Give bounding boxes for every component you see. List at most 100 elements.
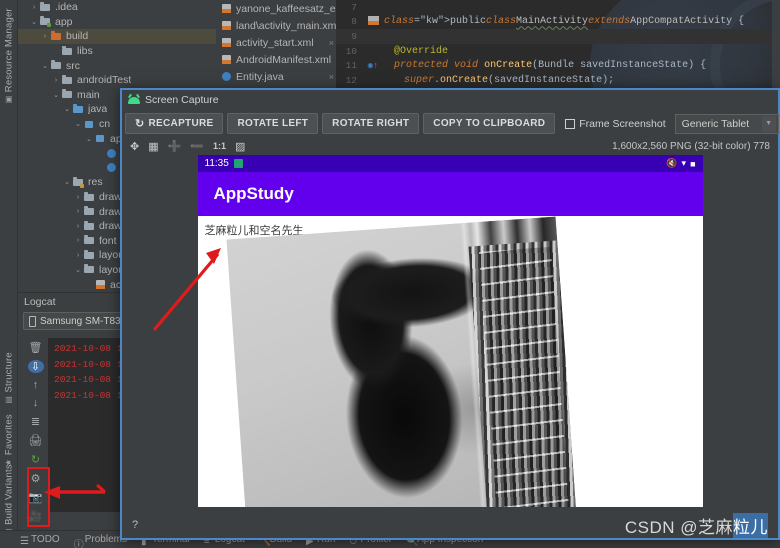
chevron-down-icon[interactable]: ⌄	[62, 105, 72, 113]
structure-icon: ▤	[4, 395, 14, 405]
editor-gutter-marker[interactable]	[362, 15, 384, 28]
rotate-right-button[interactable]: ROTATE RIGHT	[322, 113, 420, 134]
sidebar-item-resource-manager[interactable]: ▣ Resource Manager	[0, 6, 18, 106]
tree-item[interactable]: › libs	[18, 44, 216, 59]
chevron-down-icon[interactable]: ⌄	[29, 18, 39, 26]
editor-tab[interactable]: AndroidManifest.xml×	[216, 51, 342, 68]
tree-item[interactable]: ⌄ src	[18, 58, 216, 73]
code-editor[interactable]: 7 8 class="kw">public class MainActivity e…	[336, 0, 780, 88]
tree-item[interactable]: ⌄ app	[18, 15, 216, 30]
tree-item[interactable]: › build	[18, 29, 216, 44]
editor-tab-label: land\activity_main.xml	[236, 19, 339, 32]
soft-wrap-icon[interactable]: ≣	[28, 415, 44, 428]
close-icon[interactable]: ×	[326, 38, 334, 48]
chevron-down-icon[interactable]: ⌄	[40, 62, 50, 70]
grid-icon[interactable]: ▦	[148, 140, 158, 153]
chevron-right-icon[interactable]: ›	[40, 33, 50, 40]
tree-item-label: cn	[99, 118, 111, 131]
sidebar-item-build-variants[interactable]: ▦ Build Variants	[0, 462, 18, 539]
folder-icon	[83, 206, 96, 217]
chevron-right-icon[interactable]: ›	[73, 252, 83, 259]
chevron-down-icon[interactable]: ⌄	[84, 135, 94, 143]
manifest-file-icon	[220, 54, 233, 65]
restart-icon[interactable]: ↻	[28, 453, 44, 466]
tool-window-problems[interactable]: ⓘ Problems	[73, 534, 127, 548]
chevron-right-icon[interactable]: ›	[73, 223, 83, 230]
code-line[interactable]: 7	[336, 0, 780, 15]
device-screenshot-image: 11:35 🔇 ▾ ■ AppStudy 芝麻粒儿和空名先生	[197, 155, 703, 507]
arrow-up-icon[interactable]: ↑	[28, 379, 44, 391]
frame-screenshot-label: Frame Screenshot	[579, 117, 666, 130]
screenshot-preview-canvas[interactable]: 11:35 🔇 ▾ ■ AppStudy 芝麻粒儿和空名先生	[122, 155, 778, 512]
sidebar-item-structure[interactable]: ▤ Structure	[0, 350, 18, 407]
chevron-right-icon[interactable]: ›	[95, 164, 105, 171]
zoom-in-icon[interactable]: ➕	[168, 140, 182, 153]
tree-item[interactable]: › androidTest	[18, 73, 216, 88]
chevron-down-icon[interactable]: ⌄	[73, 120, 83, 128]
chevron-right-icon[interactable]: ›	[51, 77, 61, 84]
chevron-right-icon[interactable]: ›	[51, 48, 61, 55]
xml-file-icon	[220, 20, 233, 31]
device-frame-value: Generic Tablet	[681, 117, 750, 130]
code-line[interactable]: 12 super.onCreate(savedInstanceState);	[336, 73, 780, 88]
chevron-right-icon[interactable]: ›	[73, 194, 83, 201]
csdn-watermark: CSDN @芝麻 粒儿	[625, 512, 768, 538]
chevron-right-icon[interactable]: ›	[73, 237, 83, 244]
tree-item[interactable]: › .idea	[18, 0, 216, 15]
folder-icon	[83, 235, 96, 246]
fit-to-window-icon[interactable]: ✥	[130, 140, 139, 153]
editor-tab[interactable]: activity_start.xml ×	[216, 34, 336, 51]
screen-capture-dialog[interactable]: Screen Capture ↻ RECAPTURE ROTATE LEFT R…	[120, 88, 780, 540]
dialog-toolbar[interactable]: ↻ RECAPTURE ROTATE LEFT ROTATE RIGHT COP…	[122, 110, 779, 137]
package-icon	[94, 133, 107, 144]
package-icon	[83, 119, 96, 130]
line-number: 7	[351, 1, 357, 13]
code-line[interactable]: 8 class="kw">public class MainActivity ex…	[336, 15, 780, 30]
editor-tab[interactable]: land\activity_main.xml×	[216, 17, 350, 34]
editor-tab[interactable]: yanone_kaffeesatz_extral×	[216, 0, 367, 17]
device-frame-select[interactable]: Generic Tablet ▼	[674, 113, 779, 134]
chevron-down-icon[interactable]: ⌄	[62, 178, 72, 186]
code-text: super.onCreate(savedInstanceState);	[404, 74, 615, 86]
java-class-icon	[105, 162, 118, 173]
editor-gutter-marker[interactable]: ◉↑	[362, 61, 384, 71]
chevron-right-icon[interactable]: ›	[29, 4, 39, 11]
scroll-to-end-icon[interactable]: ⇩	[27, 360, 44, 373]
chevron-down-icon[interactable]: ⌄	[73, 266, 83, 274]
sidebar-item-label: Structure	[3, 352, 15, 393]
code-line[interactable]: 9	[336, 29, 780, 44]
chevron-right-icon[interactable]: ›	[73, 208, 83, 215]
tool-window-todo[interactable]: ☰ TODO	[20, 534, 60, 547]
chevron-down-icon[interactable]: ⌄	[51, 91, 61, 99]
editor-tab-label: Entity.java	[236, 70, 284, 83]
resource-manager-icon: ▣	[4, 95, 14, 105]
close-icon[interactable]: ×	[326, 72, 334, 82]
editor-tab[interactable]: Entity.java ×	[216, 68, 336, 85]
tree-item-label: androidTest	[77, 74, 132, 87]
sidebar-item-favorites[interactable]: ★ Favorites	[0, 412, 18, 469]
status-time: 11:35	[204, 158, 229, 169]
print-icon[interactable]: 🖨	[28, 434, 44, 447]
battery-saver-icon	[233, 159, 243, 168]
tree-item-label: src	[66, 59, 80, 72]
copy-to-clipboard-button[interactable]: COPY TO CLIPBOARD	[423, 113, 556, 134]
zoom-out-icon[interactable]: ➖	[190, 140, 204, 153]
chevron-down-icon[interactable]: ▼	[761, 115, 776, 132]
help-button[interactable]: ?	[132, 519, 138, 531]
actual-size-icon[interactable]: 1:1	[213, 141, 226, 151]
chevron-right-icon[interactable]: ›	[84, 281, 94, 288]
folder-icon	[83, 264, 96, 275]
chevron-right-icon[interactable]: ›	[95, 150, 105, 157]
rotate-left-button[interactable]: ROTATE LEFT	[227, 113, 319, 134]
zoom-to-fit-icon[interactable]: ▨	[235, 140, 245, 153]
editor-tab-bar[interactable]: yanone_kaffeesatz_extral×land\activity_m…	[216, 0, 367, 88]
code-line[interactable]: 11 ◉↑ protected void onCreate(Bundle saved…	[336, 58, 780, 73]
recapture-button[interactable]: ↻ RECAPTURE	[125, 113, 224, 134]
frame-screenshot-checkbox[interactable]: Frame Screenshot	[565, 117, 666, 130]
dialog-zoom-bar[interactable]: ✥ ▦ ➕ ➖ 1:1 ▨ 1,600x2,560 PNG (32-bit co…	[122, 137, 778, 155]
arrow-down-icon[interactable]: ↓	[28, 397, 44, 409]
problems-icon: ⓘ	[73, 539, 84, 548]
sidebar-item-label: Favorites	[3, 414, 15, 455]
code-line[interactable]: 10 @Override	[336, 44, 780, 59]
trash-icon[interactable]: 🗑	[28, 341, 44, 354]
